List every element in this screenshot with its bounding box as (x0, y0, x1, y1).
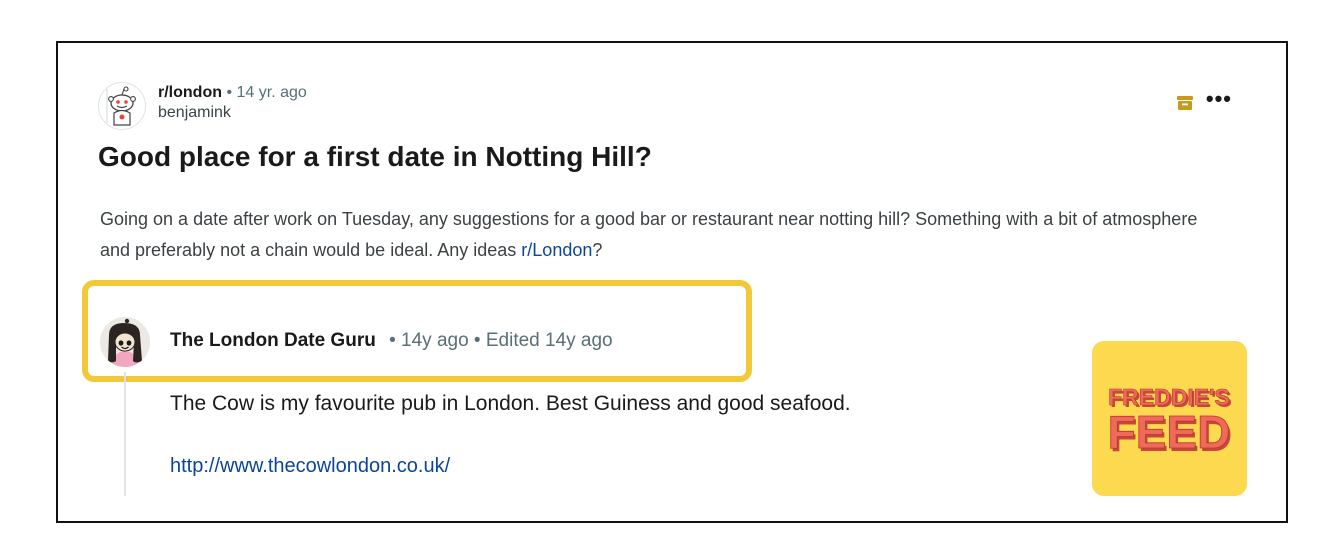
comment-text: The Cow is my favourite pub in London. B… (170, 392, 851, 415)
post-time: 14 yr. ago (236, 84, 307, 101)
subreddit-link[interactable]: r/London (521, 240, 592, 260)
comment-author[interactable]: The London Date Guru (170, 330, 376, 351)
comment-link[interactable]: http://www.thecowlondon.co.uk/ (170, 455, 450, 478)
post-author[interactable]: benjamink (158, 104, 307, 122)
subreddit-avatar[interactable] (98, 82, 146, 130)
post-body-text: Going on a date after work on Tuesday, a… (100, 209, 1198, 260)
freddies-feed-logo: FREDDIE'S FREDDIE'S FEED FEED (1092, 341, 1247, 496)
comment-meta: The London Date Guru • 14y ago • Edited … (170, 330, 613, 352)
reddit-snoo-icon (106, 86, 136, 126)
post-body-end: ? (592, 240, 603, 260)
logo-text-line2: FEED (1108, 406, 1231, 458)
meta-separator: • (226, 84, 233, 101)
more-options-icon[interactable]: ••• (1206, 88, 1232, 110)
thread-line[interactable] (124, 372, 126, 496)
post-meta: r/london • 14 yr. ago benjamink (158, 84, 307, 122)
archive-icon[interactable] (1176, 94, 1194, 112)
commenter-avatar[interactable] (100, 317, 150, 367)
commenter-snoo-icon (100, 317, 150, 367)
comment-timestamp: • 14y ago • Edited 14y ago (389, 330, 613, 351)
subreddit-name[interactable]: r/london (158, 84, 222, 101)
post-actions: ••• (1176, 88, 1232, 114)
post-body: Going on a date after work on Tuesday, a… (100, 204, 1220, 266)
post-title[interactable]: Good place for a first date in Notting H… (98, 141, 652, 173)
